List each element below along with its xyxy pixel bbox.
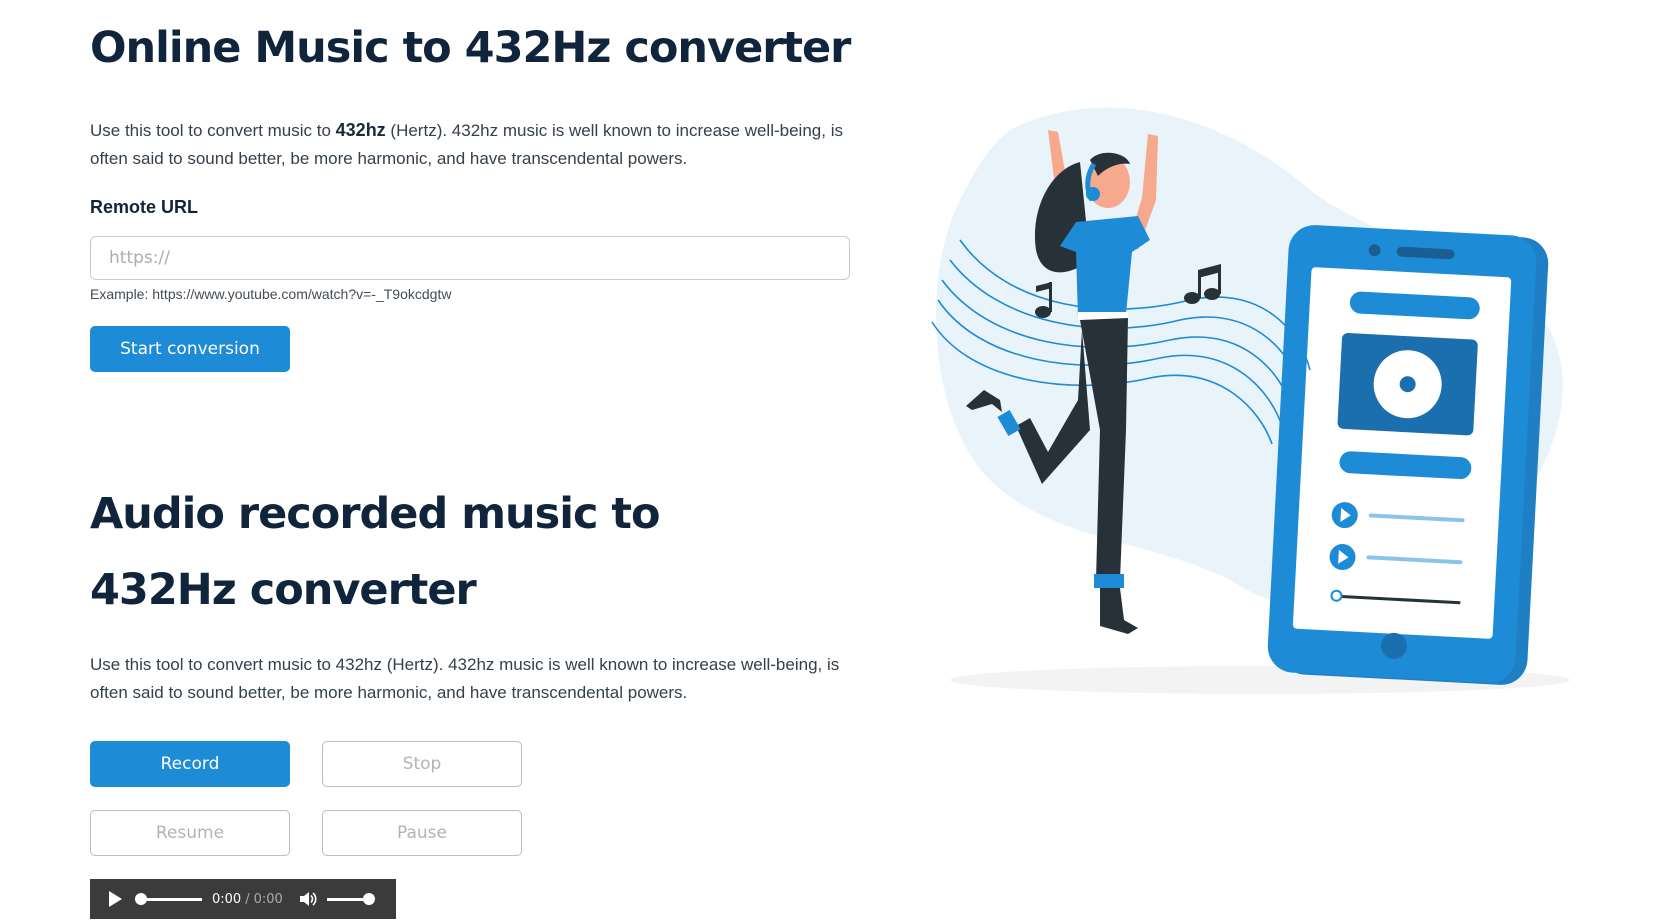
record-button[interactable]: Record [90,741,290,787]
time-separator: / [245,891,250,907]
total-time: 0:00 [253,891,283,907]
converter-description: Use this tool to convert music to 432hz … [90,120,843,168]
recorder-section-title: Audio recorded music to 432Hz converter [90,489,661,615]
page-title: Online Music to 432Hz converter [90,23,851,73]
start-conversion-button[interactable]: Start conversion [90,326,290,372]
resume-button[interactable]: Resume [90,810,290,856]
stop-button[interactable]: Stop [322,741,522,787]
play-icon[interactable] [109,891,122,907]
phone-icon [1267,225,1549,685]
pause-button[interactable]: Pause [322,810,522,856]
recorder-description: Use this tool to convert music to 432hz … [90,655,840,702]
audio-player: 0:00 / 0:00 [90,879,396,919]
seek-knob[interactable] [135,892,147,905]
volume-knob[interactable] [362,892,375,905]
volume-slider[interactable] [326,892,375,905]
remote-url-input[interactable] [90,236,850,280]
url-example-hint: Example: https://www.youtube.com/watch?v… [90,286,452,302]
seek-bar[interactable] [135,892,202,905]
volume-icon[interactable] [299,891,317,907]
dancing-woman-illustration [931,107,1570,694]
current-time: 0:00 [212,891,242,907]
remote-url-label: Remote URL [90,197,199,217]
